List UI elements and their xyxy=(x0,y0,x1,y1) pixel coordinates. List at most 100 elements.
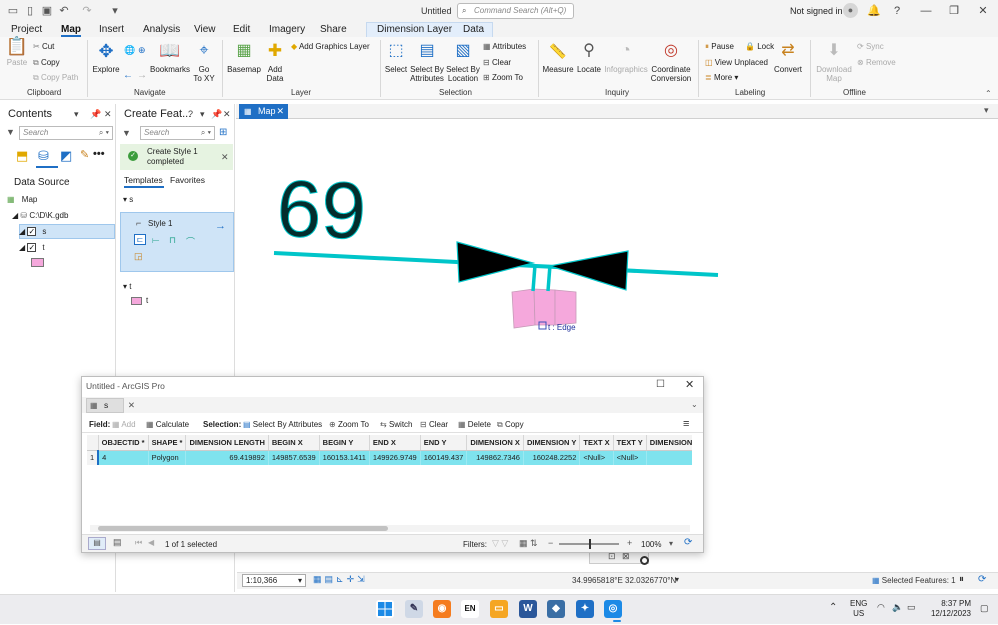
measure-button[interactable]: 📏 Measure xyxy=(542,41,574,74)
select-by-attributes-button[interactable]: ▤ Select By Attributes xyxy=(243,420,322,429)
manage-templates-icon[interactable]: ⊞ xyxy=(219,127,227,138)
help-icon[interactable]: ? xyxy=(889,3,905,19)
column-header[interactable]: DIMENSION X xyxy=(466,435,524,451)
draw-order-icon[interactable]: ⬒ xyxy=(16,148,28,164)
zoom-to-selection-button[interactable]: ⊞ Zoom To xyxy=(483,73,523,82)
pin-icon[interactable]: 📌 xyxy=(211,109,222,120)
table-cell[interactable]: 160248.2252 xyxy=(523,450,581,465)
notification-icon[interactable]: 🔔 xyxy=(866,3,882,19)
view-unplaced-button[interactable]: ◫ View Unplaced xyxy=(705,58,768,67)
dimension-text[interactable]: 69 xyxy=(275,163,368,256)
infographics-button[interactable]: ◔ Infographics xyxy=(604,41,648,74)
attribute-table-window[interactable]: Untitled - ArcGIS Pro ☐ ✕ ▦ s ✕ ⌄ Field:… xyxy=(81,376,704,553)
previous-extent-icon[interactable]: ← xyxy=(123,70,133,81)
battery-icon[interactable]: ▭ xyxy=(907,602,916,613)
horizontal-scrollbar[interactable] xyxy=(90,525,690,532)
select-by-location-button[interactable]: ▧ Select By Location xyxy=(446,41,480,83)
undo-icon[interactable]: ↶ xyxy=(57,4,71,18)
sync-button[interactable]: ⟳ Sync xyxy=(857,42,884,51)
extension-line-end[interactable] xyxy=(546,264,552,292)
row-number[interactable]: 1 xyxy=(87,450,100,465)
folder-icon[interactable]: ▭ xyxy=(490,600,508,618)
layer-t-checkbox[interactable]: ✓ xyxy=(27,243,37,253)
zoom-to-button[interactable]: ⊕ Zoom To xyxy=(329,420,369,429)
show-all-records-icon[interactable]: ▤ xyxy=(88,537,106,550)
tab-edit[interactable]: Edit xyxy=(233,23,250,37)
close-tab-icon[interactable]: ✕ xyxy=(276,104,284,119)
tree-map[interactable]: ▦ Map xyxy=(7,195,37,204)
tab-data[interactable]: Data xyxy=(463,23,484,37)
tab-dimension-layer[interactable]: Dimension Layer xyxy=(377,23,452,37)
basemap-button[interactable]: ▦ Basemap xyxy=(226,41,262,74)
refresh-icon[interactable]: ⟳ xyxy=(684,537,692,548)
table-cell[interactable]: 4 xyxy=(98,450,149,465)
start-button[interactable] xyxy=(376,600,394,618)
filter-icon[interactable]: ▽ ▽ xyxy=(492,538,508,549)
close-pane-icon[interactable]: ✕ xyxy=(104,109,112,120)
table-cell[interactable]: Polygon xyxy=(148,450,187,465)
arccatalog-icon[interactable]: ✦ xyxy=(576,600,594,618)
close-pane-icon[interactable]: ✕ xyxy=(223,109,231,120)
tab-share[interactable]: Share xyxy=(320,23,347,37)
row-header-corner[interactable] xyxy=(87,435,99,451)
template-t-label[interactable]: t xyxy=(146,296,148,305)
coordinate-conversion-button[interactable]: ◎ Coordinate Conversion xyxy=(649,41,693,83)
open-project-icon[interactable]: ▯ xyxy=(23,4,37,18)
lock-labeling-button[interactable]: 🔒 Lock xyxy=(745,42,774,51)
editing-icon[interactable]: ✎ xyxy=(80,148,89,161)
add-data-button[interactable]: ✚ Add Data xyxy=(263,41,287,83)
column-header[interactable]: DIMENSION TYPE xyxy=(646,435,692,451)
file-explorer-icon[interactable]: ✎ xyxy=(405,600,423,618)
tab-favorites[interactable]: Favorites xyxy=(170,175,205,185)
column-header[interactable]: DIMENSION Y xyxy=(523,435,581,451)
zoom-level[interactable]: 100% xyxy=(641,540,661,549)
options-icon[interactable]: ▾ xyxy=(200,109,205,120)
menu-icon[interactable]: ≡ xyxy=(683,418,689,430)
convert-button[interactable]: ⇄ Convert xyxy=(772,41,804,74)
next-extent-icon[interactable]: → xyxy=(137,70,147,81)
grid-icon[interactable]: ▤ xyxy=(325,574,337,584)
zoom-slider-thumb[interactable] xyxy=(589,539,591,549)
firefox-icon[interactable]: ◉ xyxy=(433,600,451,618)
chevron-down-icon[interactable]: ⌄ xyxy=(691,400,698,409)
pause-drawing-icon[interactable]: ⏸ xyxy=(959,574,964,585)
layer-t[interactable]: ◢ ✓ t xyxy=(19,243,45,253)
table-cell[interactable]: <Null> xyxy=(613,450,647,465)
go-to-xy-button[interactable]: ⌖ Go To XY xyxy=(192,41,216,83)
minimize-icon[interactable]: — xyxy=(918,3,934,19)
help-icon[interactable]: ? xyxy=(188,109,193,119)
selection-list-icon[interactable]: ◩ xyxy=(60,148,72,164)
command-search-input[interactable]: ⌕ Command Search (Alt+Q) xyxy=(457,3,574,19)
options-icon[interactable]: ▾ xyxy=(74,109,79,120)
tab-map[interactable]: Map xyxy=(61,23,81,37)
snapping-icon[interactable]: ✛ xyxy=(347,574,358,584)
attributes-button[interactable]: ▦ Attributes xyxy=(483,42,526,51)
extension-line-begin[interactable] xyxy=(531,264,537,292)
zoom-slider[interactable] xyxy=(559,539,619,549)
restore-icon[interactable]: ❐ xyxy=(946,3,962,19)
tab-templates[interactable]: Templates xyxy=(124,175,163,185)
tab-view[interactable]: View xyxy=(194,23,216,37)
column-header[interactable]: BEGIN X xyxy=(268,435,320,451)
add-graphics-layer-button[interactable]: ◆ Add Graphics Layer xyxy=(291,42,370,51)
show-selected-records-icon[interactable]: ▤ xyxy=(113,537,122,548)
selected-features-count[interactable]: ▦ Selected Features: 1 xyxy=(872,576,956,585)
linear-dimension-tool-icon[interactable]: ⟝ xyxy=(152,235,159,246)
scrollbar-thumb[interactable] xyxy=(98,526,388,531)
fixed-zoom-icon[interactable]: ⊕ xyxy=(138,45,146,56)
wifi-icon[interactable]: ◠ xyxy=(877,602,885,613)
avatar[interactable]: ● xyxy=(843,3,858,18)
refresh-icon[interactable]: ⟳ xyxy=(978,574,986,585)
full-extent-icon[interactable]: 🌐 xyxy=(124,45,135,56)
customize-toolbar-icon[interactable]: ▾ xyxy=(108,4,122,18)
constraints-icon[interactable]: ⇲ xyxy=(357,574,368,584)
copy-button[interactable]: ⧉ Copy xyxy=(497,420,524,430)
cut-button[interactable]: ✂ Cut xyxy=(33,42,54,51)
table-cell[interactable]: <Null> xyxy=(579,450,614,465)
previous-record-icon[interactable]: ◀ xyxy=(148,538,154,547)
paste-button[interactable]: 📋 Paste xyxy=(5,37,29,67)
simple-dimension-tool-icon[interactable]: ◲ xyxy=(134,251,143,262)
column-header[interactable]: END Y xyxy=(420,435,468,451)
column-header[interactable]: SHAPE * xyxy=(148,435,187,451)
close-tab-icon[interactable]: ✕ xyxy=(128,399,135,412)
